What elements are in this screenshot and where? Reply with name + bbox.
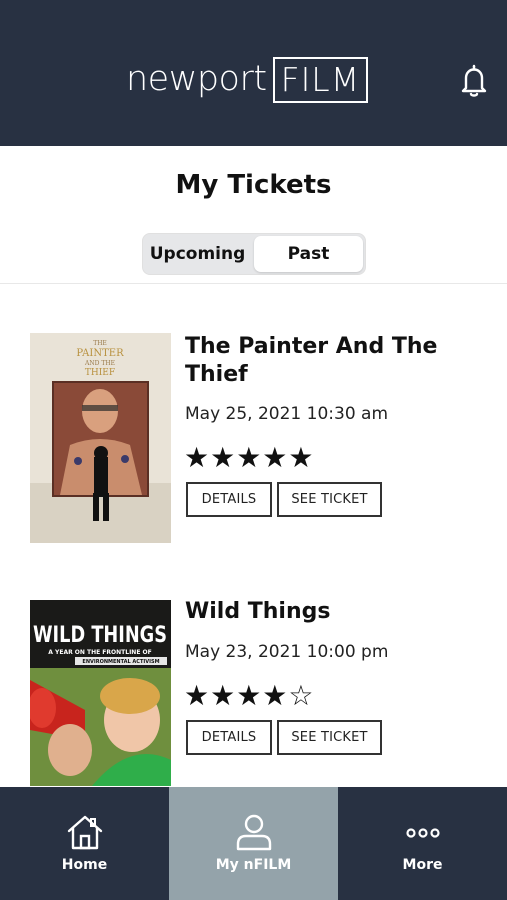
- see-ticket-button[interactable]: SEE TICKET: [277, 720, 382, 755]
- movie-date: May 25, 2021 10:30 am: [185, 404, 389, 424]
- logo-box-text: FILM: [272, 56, 369, 103]
- poster-title-line: AND THE: [84, 360, 115, 367]
- bottom-tab-bar: Home My nFILM More: [0, 787, 507, 900]
- tab-home[interactable]: Home: [0, 787, 169, 900]
- details-button[interactable]: DETAILS: [186, 482, 272, 517]
- tab-label: Home: [61, 857, 108, 873]
- tab-upcoming[interactable]: Upcoming: [143, 234, 252, 274]
- page-title: My Tickets: [175, 170, 332, 200]
- star-rating: ★★★★★: [184, 441, 315, 474]
- app-header: newport FILM: [0, 0, 507, 146]
- logo-text: newport: [126, 59, 267, 99]
- details-button[interactable]: DETAILS: [186, 720, 272, 755]
- movie-poster-painter-and-thief[interactable]: THE PAINTER AND THE THIEF: [30, 333, 171, 543]
- poster-title-line: THE: [93, 340, 107, 347]
- home-icon: [67, 815, 102, 850]
- poster-tagline: A YEAR ON THE FRONTLINE OF: [48, 649, 151, 656]
- movie-poster-wild-things[interactable]: WILD THINGS A YEAR ON THE FRONTLINE OF E…: [30, 600, 171, 786]
- star-rating: ★★★★☆: [184, 679, 315, 712]
- poster-headline: WILD THINGS: [33, 623, 167, 648]
- movie-title: The Painter And The Thief: [185, 334, 438, 387]
- tab-label: More: [402, 857, 443, 873]
- section-divider: [0, 283, 507, 284]
- movie-title: Wild Things: [185, 599, 331, 624]
- newport-film-logo[interactable]: newport FILM: [126, 56, 369, 103]
- see-ticket-button[interactable]: SEE TICKET: [277, 482, 382, 517]
- tab-past[interactable]: Past: [254, 236, 363, 272]
- poster-title-line: THIEF: [85, 368, 115, 378]
- tab-my-nfilm[interactable]: My nFILM: [169, 787, 338, 900]
- poster-title-line: PAINTER: [76, 348, 124, 359]
- user-icon: [236, 814, 271, 851]
- upcoming-past-toggle: Upcoming Past: [142, 233, 366, 275]
- more-dots-icon: [405, 828, 440, 838]
- tab-label: My nFILM: [215, 857, 292, 873]
- movie-date: May 23, 2021 10:00 pm: [185, 642, 389, 662]
- bell-icon[interactable]: [456, 62, 492, 100]
- tab-more[interactable]: More: [338, 787, 507, 900]
- poster-tagline: ENVIRONMENTAL ACTIVISM: [82, 659, 159, 665]
